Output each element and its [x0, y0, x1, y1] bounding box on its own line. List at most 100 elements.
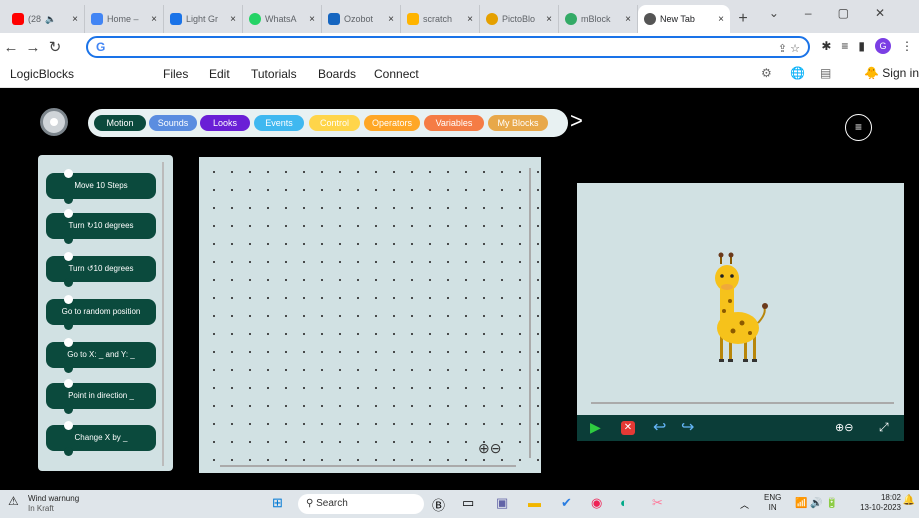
stage-scrollbar[interactable]	[591, 402, 894, 404]
block-point-direction[interactable]: Point in direction _	[46, 379, 156, 414]
canvas-vertical-scrollbar[interactable]	[529, 168, 531, 458]
browser-tab[interactable]: mBlock ×	[559, 5, 638, 33]
browser-tab-active[interactable]: New Tab ×	[638, 5, 730, 33]
language-indicator[interactable]: ENG IN	[764, 493, 781, 513]
windows-taskbar: ⚠ Wind warnung In Kraft ⊞ ⚲ Search Ⓑ ▭ ▣…	[0, 490, 919, 518]
forward-icon[interactable]: →	[22, 39, 44, 56]
script-canvas[interactable]	[199, 157, 541, 473]
undo-icon[interactable]: ↩	[653, 417, 666, 437]
settings-gear-icon[interactable]	[40, 108, 68, 136]
share-star-icons[interactable]: ⇪ ☆	[778, 42, 800, 55]
reading-list-icon[interactable]: ≡	[841, 39, 848, 53]
app-menubar: LogicBlocks Files Edit Tutorials Boards …	[0, 61, 919, 88]
fullscreen-icon[interactable]: ⤢	[879, 420, 889, 435]
close-tab-icon[interactable]: ×	[309, 14, 315, 25]
close-tab-icon[interactable]: ×	[72, 14, 78, 25]
canvas-horizontal-scrollbar[interactable]	[220, 465, 516, 467]
scratch-icon	[407, 13, 419, 25]
category-motion[interactable]: Motion	[94, 115, 146, 131]
browser-tab[interactable]: PictoBlo ×	[480, 5, 559, 33]
address-bar[interactable]: G ⇪ ☆	[86, 36, 810, 58]
snipping-tool-icon[interactable]: ✂	[652, 495, 663, 511]
user-icon: 🐥	[864, 66, 879, 80]
category-variables[interactable]: Variables	[424, 115, 484, 131]
app-logo: LogicBlocks	[10, 67, 75, 81]
close-tab-icon[interactable]: ×	[718, 14, 724, 25]
category-control[interactable]: Control	[309, 115, 360, 131]
clipboard-icon[interactable]: ▤	[820, 66, 831, 80]
chrome-taskbar-icon[interactable]: ◉	[591, 495, 602, 511]
close-tab-icon[interactable]: ×	[230, 14, 236, 25]
stage[interactable]	[577, 183, 904, 415]
block-move-steps[interactable]: Move 10 Steps	[46, 169, 156, 204]
close-tab-icon[interactable]: ×	[467, 14, 473, 25]
bing-icon[interactable]: Ⓑ	[432, 495, 445, 514]
chevron-right-icon[interactable]: >	[570, 108, 583, 134]
side-panel-icon[interactable]: ▮	[858, 39, 865, 53]
zoom-in-icon[interactable]: ⊕	[478, 440, 490, 456]
close-tab-icon[interactable]: ×	[546, 14, 552, 25]
close-tab-icon[interactable]: ×	[151, 14, 157, 25]
todo-icon[interactable]: ✔	[561, 495, 572, 511]
browser-tab[interactable]: Home – ×	[85, 5, 164, 33]
stop-icon[interactable]: ✕	[621, 421, 635, 435]
category-events[interactable]: Events	[254, 115, 304, 131]
category-operators[interactable]: Operators	[364, 115, 420, 131]
settings-icon[interactable]: ⚙	[761, 66, 772, 80]
weather-widget[interactable]: ⚠ Wind warnung In Kraft	[8, 494, 79, 513]
browser-tab[interactable]: Ozobot ×	[322, 5, 401, 33]
task-view-icon[interactable]: ▭	[462, 495, 474, 511]
chrome-icon	[644, 13, 656, 25]
browser-tab[interactable]: scratch ×	[401, 5, 480, 33]
notification-icon[interactable]: 🔔	[903, 495, 915, 506]
edge-icon[interactable]: ◐	[620, 495, 628, 510]
youtube-icon	[12, 13, 24, 25]
block-go-random[interactable]: Go to random position	[46, 295, 156, 330]
browser-tab[interactable]: Light Gr ×	[164, 5, 243, 33]
hamburger-menu-icon[interactable]: ≡	[845, 114, 872, 141]
windows-start-icon[interactable]: ⊞	[272, 495, 283, 511]
google-g-icon: G	[96, 40, 106, 54]
category-bar: Motion Sounds Looks Events Control Opera…	[88, 109, 568, 137]
toolbar-actions: ✱ ≡ ▮ G ⋮	[821, 38, 913, 54]
block-change-x[interactable]: Change X by _	[46, 421, 156, 456]
new-tab-button[interactable]: +	[730, 5, 756, 33]
close-tab-icon[interactable]: ×	[388, 14, 394, 25]
taskbar-search[interactable]: ⚲ Search	[298, 494, 424, 514]
mute-icon[interactable]: 🔈	[45, 14, 56, 25]
menu-boards[interactable]: Boards	[318, 67, 356, 81]
menu-tutorials[interactable]: Tutorials	[251, 67, 297, 81]
file-explorer-icon[interactable]: ▬	[528, 495, 541, 510]
back-icon[interactable]: ←	[0, 39, 22, 56]
reload-icon[interactable]: ↻	[44, 38, 66, 56]
block-go-to-xy[interactable]: Go to X: _ and Y: _	[46, 338, 156, 373]
menu-connect[interactable]: Connect	[374, 67, 419, 81]
network-volume-battery-icons[interactable]: 📶 🔊 🔋	[795, 498, 838, 509]
menu-edit[interactable]: Edit	[209, 67, 230, 81]
block-turn-right[interactable]: Turn ↻10 degrees	[46, 209, 156, 244]
redo-icon[interactable]: ↪	[681, 417, 694, 437]
block-turn-left[interactable]: Turn ↺10 degrees	[46, 252, 156, 287]
category-looks[interactable]: Looks	[200, 115, 250, 131]
zoom-out-icon[interactable]: ⊖	[490, 440, 502, 456]
stage-zoom-icons[interactable]: ⊕⊖	[835, 421, 853, 434]
google-icon	[91, 13, 103, 25]
more-menu-icon[interactable]: ⋮	[901, 39, 913, 53]
globe-icon[interactable]: 🌐	[790, 66, 805, 80]
teams-icon[interactable]: ▣	[496, 495, 508, 511]
browser-tab[interactable]: WhatsA ×	[243, 5, 322, 33]
green-flag-run-icon[interactable]: ▶	[590, 419, 601, 436]
sign-in[interactable]: 🐥 Sign in	[864, 66, 919, 80]
chevron-up-icon[interactable]: ︿	[740, 498, 749, 511]
palette-scrollbar[interactable]	[162, 162, 164, 466]
browser-tab[interactable]: (28 🔈 ×	[6, 5, 85, 33]
extensions-icon[interactable]: ✱	[821, 39, 831, 53]
menu-files[interactable]: Files	[163, 67, 188, 81]
close-tab-icon[interactable]: ×	[625, 14, 631, 25]
window-controls[interactable]: ⌄–▢✕	[769, 6, 911, 20]
category-my-blocks[interactable]: My Blocks	[488, 115, 548, 131]
giraffe-sprite[interactable]	[577, 183, 904, 415]
profile-avatar[interactable]: G	[875, 38, 891, 54]
clock[interactable]: 18:02 13-10-2023	[860, 493, 901, 513]
category-sounds[interactable]: Sounds	[149, 115, 197, 131]
